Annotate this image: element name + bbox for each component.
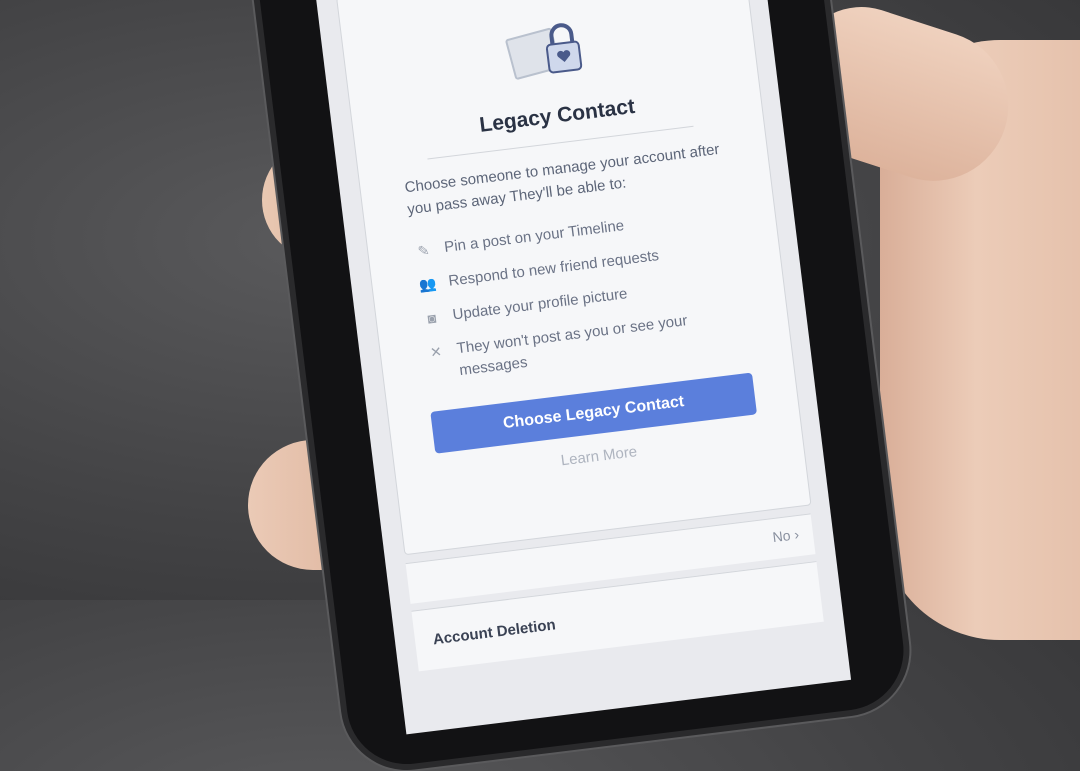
phone-device: Legacy Contact Choose someone to manage …	[249, 0, 911, 771]
edit-icon: ✎	[416, 241, 431, 260]
legacy-contact-card: Legacy Contact Choose someone to manage …	[336, 0, 812, 556]
setting-value: No ›	[772, 526, 800, 545]
camera-icon: ◙	[426, 309, 438, 327]
chevron-right-icon: ›	[793, 526, 800, 543]
friends-icon: 👥	[418, 275, 438, 294]
phone-screen: Legacy Contact Choose someone to manage …	[313, 0, 852, 735]
account-deletion-label: Account Deletion	[432, 616, 557, 649]
close-icon: ✕	[429, 343, 443, 361]
lock-icon	[545, 23, 583, 74]
setting-value-text: No	[771, 527, 792, 546]
legacy-illustration	[504, 18, 593, 87]
